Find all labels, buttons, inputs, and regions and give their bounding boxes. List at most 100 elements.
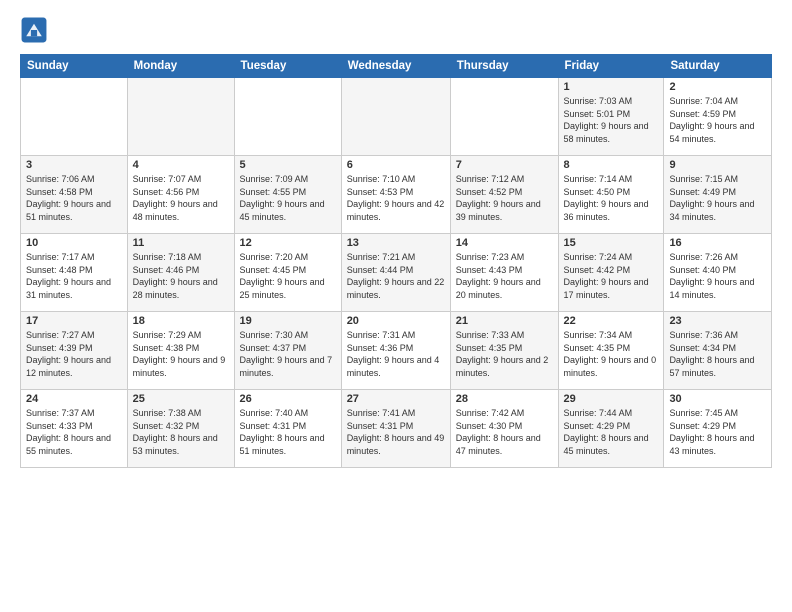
logo-icon <box>20 16 48 44</box>
day-number: 20 <box>347 315 445 327</box>
calendar-cell: 6 Sunrise: 7:10 AM Sunset: 4:53 PM Daylig… <box>341 156 450 234</box>
day-number: 19 <box>240 315 336 327</box>
day-number: 13 <box>347 237 445 249</box>
day-info: Sunrise: 7:42 AM Sunset: 4:30 PM Dayligh… <box>456 407 553 457</box>
calendar-cell: 29 Sunrise: 7:44 AM Sunset: 4:29 PM Dayli… <box>558 390 664 468</box>
weekday-header: Wednesday <box>341 55 450 78</box>
day-number: 26 <box>240 393 336 405</box>
day-number: 16 <box>669 237 766 249</box>
calendar-cell: 16 Sunrise: 7:26 AM Sunset: 4:40 PM Dayli… <box>664 234 772 312</box>
logo <box>20 16 52 44</box>
calendar-cell: 7Sunrise: 7:12 AM Sunset: 4:52 PM Daylig… <box>450 156 558 234</box>
weekday-header: Monday <box>127 55 234 78</box>
calendar-week-row: 24 Sunrise: 7:37 AM Sunset: 4:33 PM Dayli… <box>21 390 772 468</box>
calendar-cell: 22 Sunrise: 7:34 AM Sunset: 4:35 PM Dayli… <box>558 312 664 390</box>
day-info: Sunrise: 7:17 AM Sunset: 4:48 PM Dayligh… <box>26 251 122 301</box>
calendar-week-row: 17 Sunrise: 7:27 AM Sunset: 4:39 PM Dayli… <box>21 312 772 390</box>
day-number: 17 <box>26 315 122 327</box>
calendar-week-row: 3 Sunrise: 7:06 AM Sunset: 4:58 PM Daylig… <box>21 156 772 234</box>
day-info: Sunrise: 7:37 AM Sunset: 4:33 PM Dayligh… <box>26 407 122 457</box>
calendar-cell: 12 Sunrise: 7:20 AM Sunset: 4:45 PM Dayli… <box>234 234 341 312</box>
calendar-cell: 10Sunrise: 7:17 AM Sunset: 4:48 PM Dayli… <box>21 234 128 312</box>
weekday-header: Friday <box>558 55 664 78</box>
calendar-cell: 4 Sunrise: 7:07 AM Sunset: 4:56 PM Daylig… <box>127 156 234 234</box>
weekday-header: Tuesday <box>234 55 341 78</box>
day-number: 6 <box>347 159 445 171</box>
day-number: 22 <box>564 315 659 327</box>
calendar-cell <box>450 78 558 156</box>
day-info: Sunrise: 7:44 AM Sunset: 4:29 PM Dayligh… <box>564 407 659 457</box>
day-info: Sunrise: 7:30 AM Sunset: 4:37 PM Dayligh… <box>240 329 336 379</box>
day-info: Sunrise: 7:24 AM Sunset: 4:42 PM Dayligh… <box>564 251 659 301</box>
day-info: Sunrise: 7:27 AM Sunset: 4:39 PM Dayligh… <box>26 329 122 379</box>
weekday-header: Saturday <box>664 55 772 78</box>
calendar-week-row: 10Sunrise: 7:17 AM Sunset: 4:48 PM Dayli… <box>21 234 772 312</box>
day-info: Sunrise: 7:26 AM Sunset: 4:40 PM Dayligh… <box>669 251 766 301</box>
calendar-cell: 28 Sunrise: 7:42 AM Sunset: 4:30 PM Dayli… <box>450 390 558 468</box>
day-number: 9 <box>669 159 766 171</box>
calendar-cell <box>127 78 234 156</box>
calendar-cell: 30 Sunrise: 7:45 AM Sunset: 4:29 PM Dayli… <box>664 390 772 468</box>
day-number: 21 <box>456 315 553 327</box>
day-info: Sunrise: 7:29 AM Sunset: 4:38 PM Dayligh… <box>133 329 229 379</box>
day-info: Sunrise: 7:10 AM Sunset: 4:53 PM Dayligh… <box>347 173 445 223</box>
day-info: Sunrise: 7:45 AM Sunset: 4:29 PM Dayligh… <box>669 407 766 457</box>
calendar-cell: 25Sunrise: 7:38 AM Sunset: 4:32 PM Dayli… <box>127 390 234 468</box>
day-info: Sunrise: 7:14 AM Sunset: 4:50 PM Dayligh… <box>564 173 659 223</box>
calendar-cell: 5 Sunrise: 7:09 AM Sunset: 4:55 PM Daylig… <box>234 156 341 234</box>
day-info: Sunrise: 7:40 AM Sunset: 4:31 PM Dayligh… <box>240 407 336 457</box>
calendar-table: SundayMondayTuesdayWednesdayThursdayFrid… <box>20 54 772 468</box>
day-number: 24 <box>26 393 122 405</box>
calendar-cell <box>341 78 450 156</box>
day-number: 2 <box>669 81 766 93</box>
day-info: Sunrise: 7:15 AM Sunset: 4:49 PM Dayligh… <box>669 173 766 223</box>
calendar-cell: 18Sunrise: 7:29 AM Sunset: 4:38 PM Dayli… <box>127 312 234 390</box>
day-info: Sunrise: 7:41 AM Sunset: 4:31 PM Dayligh… <box>347 407 445 457</box>
day-info: Sunrise: 7:34 AM Sunset: 4:35 PM Dayligh… <box>564 329 659 379</box>
day-info: Sunrise: 7:04 AM Sunset: 4:59 PM Dayligh… <box>669 95 766 145</box>
day-number: 5 <box>240 159 336 171</box>
calendar-cell: 14 Sunrise: 7:23 AM Sunset: 4:43 PM Dayli… <box>450 234 558 312</box>
day-number: 29 <box>564 393 659 405</box>
day-number: 3 <box>26 159 122 171</box>
day-info: Sunrise: 7:31 AM Sunset: 4:36 PM Dayligh… <box>347 329 445 379</box>
weekday-header: Thursday <box>450 55 558 78</box>
day-number: 28 <box>456 393 553 405</box>
day-number: 1 <box>564 81 659 93</box>
day-number: 11 <box>133 237 229 249</box>
day-number: 14 <box>456 237 553 249</box>
day-info: Sunrise: 7:33 AM Sunset: 4:35 PM Dayligh… <box>456 329 553 379</box>
day-number: 4 <box>133 159 229 171</box>
calendar-cell <box>21 78 128 156</box>
calendar-header-row: SundayMondayTuesdayWednesdayThursdayFrid… <box>21 55 772 78</box>
day-info: Sunrise: 7:09 AM Sunset: 4:55 PM Dayligh… <box>240 173 336 223</box>
calendar-cell: 24 Sunrise: 7:37 AM Sunset: 4:33 PM Dayli… <box>21 390 128 468</box>
day-number: 7 <box>456 159 553 171</box>
calendar-cell: 19 Sunrise: 7:30 AM Sunset: 4:37 PM Dayli… <box>234 312 341 390</box>
day-number: 30 <box>669 393 766 405</box>
calendar-cell: 15 Sunrise: 7:24 AM Sunset: 4:42 PM Dayli… <box>558 234 664 312</box>
calendar-cell: 3 Sunrise: 7:06 AM Sunset: 4:58 PM Daylig… <box>21 156 128 234</box>
day-number: 15 <box>564 237 659 249</box>
day-number: 25 <box>133 393 229 405</box>
day-number: 23 <box>669 315 766 327</box>
day-info: Sunrise: 7:21 AM Sunset: 4:44 PM Dayligh… <box>347 251 445 301</box>
day-info: Sunrise: 7:18 AM Sunset: 4:46 PM Dayligh… <box>133 251 229 301</box>
day-number: 12 <box>240 237 336 249</box>
calendar-cell: 9 Sunrise: 7:15 AM Sunset: 4:49 PM Daylig… <box>664 156 772 234</box>
calendar-cell: 11 Sunrise: 7:18 AM Sunset: 4:46 PM Dayli… <box>127 234 234 312</box>
calendar-cell: 13 Sunrise: 7:21 AM Sunset: 4:44 PM Dayli… <box>341 234 450 312</box>
weekday-header: Sunday <box>21 55 128 78</box>
calendar-cell <box>234 78 341 156</box>
calendar-cell: 17 Sunrise: 7:27 AM Sunset: 4:39 PM Dayli… <box>21 312 128 390</box>
day-info: Sunrise: 7:07 AM Sunset: 4:56 PM Dayligh… <box>133 173 229 223</box>
calendar-cell: 21 Sunrise: 7:33 AM Sunset: 4:35 PM Dayli… <box>450 312 558 390</box>
day-info: Sunrise: 7:06 AM Sunset: 4:58 PM Dayligh… <box>26 173 122 223</box>
day-info: Sunrise: 7:20 AM Sunset: 4:45 PM Dayligh… <box>240 251 336 301</box>
calendar-cell: 27 Sunrise: 7:41 AM Sunset: 4:31 PM Dayli… <box>341 390 450 468</box>
page-header <box>20 16 772 44</box>
day-info: Sunrise: 7:23 AM Sunset: 4:43 PM Dayligh… <box>456 251 553 301</box>
day-number: 27 <box>347 393 445 405</box>
day-number: 8 <box>564 159 659 171</box>
calendar-week-row: 1Sunrise: 7:03 AM Sunset: 5:01 PM Daylig… <box>21 78 772 156</box>
